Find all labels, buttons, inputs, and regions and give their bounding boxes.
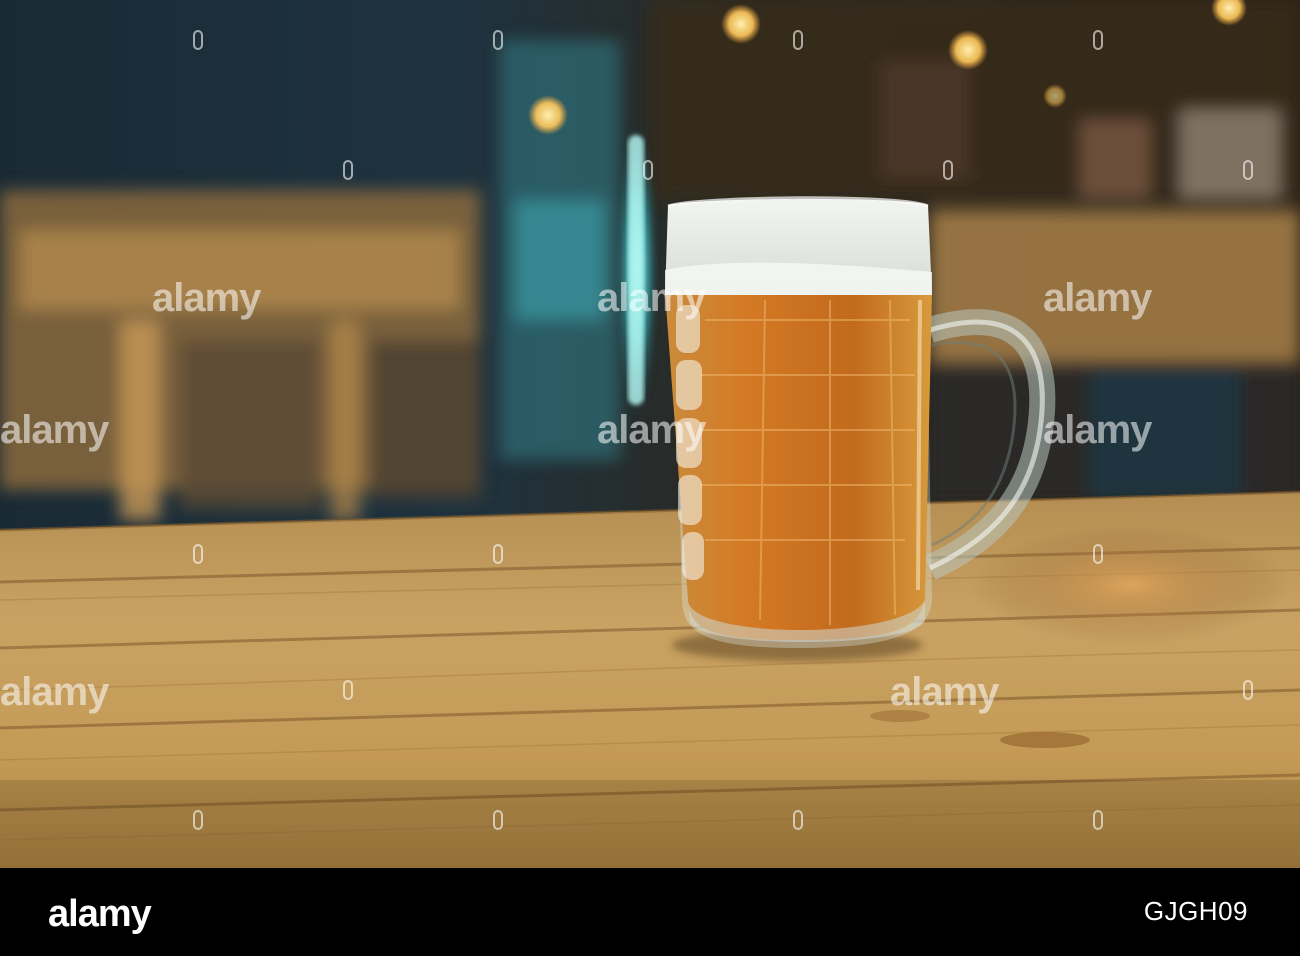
watermark-text: alamy [597,408,706,452]
watermark-text: alamy [890,670,999,714]
watermark-text: alamy [1043,408,1152,452]
watermark-mark [193,30,203,50]
footer-bar: alamy GJGH09 [0,868,1300,956]
watermark-mark [343,680,353,700]
watermark-text: alamy [0,408,109,452]
watermark-mark [343,160,353,180]
watermark-text: alamy [1043,276,1152,320]
watermark-mark [793,810,803,830]
stock-photo: alamy alamy alamy alamy alamy alamy alam… [0,0,1300,956]
watermark-mark [193,810,203,830]
watermark-mark [943,160,953,180]
watermark-mark [1243,680,1253,700]
watermark-mark [643,160,653,180]
watermark-mark [493,810,503,830]
alamy-logo: alamy [48,894,153,934]
watermark-mark [193,544,203,564]
watermark-mark [1093,544,1103,564]
image-id: GJGH09 [1143,896,1248,926]
watermark-text: alamy [152,276,261,320]
watermark-mark [493,544,503,564]
watermark-mark [1093,810,1103,830]
watermark-text: alamy [597,276,706,320]
watermark-text: alamy [0,670,109,714]
watermark-mark [493,30,503,50]
watermark-mark [793,30,803,50]
watermark-mark [1243,160,1253,180]
svg-text:alamy: alamy [48,894,152,934]
watermark-mark [1093,30,1103,50]
